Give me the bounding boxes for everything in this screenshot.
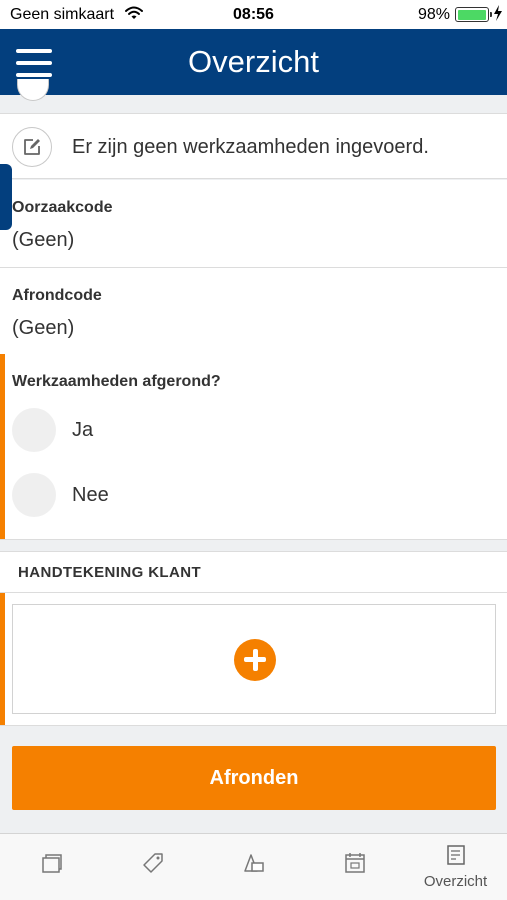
scrolled-item-icon	[17, 79, 49, 101]
required-indicator	[0, 593, 5, 725]
oorzaakcode-value: (Geen)	[12, 229, 75, 251]
radio-label-ja: Ja	[72, 419, 94, 441]
tab-overzicht[interactable]: Overzicht	[405, 834, 506, 900]
work-completed-label: Werkzaamheden afgerond?	[12, 373, 221, 390]
signature-pad[interactable]	[12, 604, 496, 714]
afrondcode-label: Afrondcode	[12, 287, 102, 304]
drawer-tab[interactable]	[0, 164, 12, 230]
status-bar: Geen simkaart 08:56 98%	[0, 0, 507, 29]
radio-circle[interactable]	[12, 473, 56, 517]
work-items-row[interactable]: Er zijn geen werkzaamheden ingevoerd.	[0, 113, 507, 179]
afrondcode-value: (Geen)	[12, 317, 75, 339]
oorzaakcode-field[interactable]: Oorzaakcode (Geen)	[0, 180, 507, 268]
tag-icon	[142, 852, 164, 874]
signature-header: HANDTEKENING KLANT	[0, 551, 507, 593]
work-completed-question: Werkzaamheden afgerond? Ja Nee	[0, 354, 507, 540]
shapes-icon	[243, 852, 265, 874]
radio-label-nee: Nee	[72, 484, 109, 506]
tab-calendar[interactable]	[304, 834, 405, 900]
oorzaakcode-label: Oorzaakcode	[12, 199, 113, 216]
no-work-items-text: Er zijn geen werkzaamheden ingevoerd.	[72, 136, 429, 158]
navigation-bar: Overzicht	[0, 29, 507, 95]
edit-icon[interactable]	[12, 127, 52, 167]
folder-icon	[41, 852, 63, 874]
signature-section	[0, 593, 507, 726]
charging-icon	[493, 4, 503, 27]
battery-percent: 98%	[418, 6, 451, 23]
tab-bar: Overzicht	[0, 833, 507, 900]
signature-title: HANDTEKENING KLANT	[18, 564, 202, 581]
calendar-icon	[344, 852, 366, 874]
required-indicator	[0, 354, 5, 539]
afrondcode-field[interactable]: Afrondcode (Geen)	[0, 268, 507, 356]
tab-shapes[interactable]	[203, 834, 304, 900]
radio-circle[interactable]	[12, 408, 56, 452]
battery-icon	[455, 7, 492, 22]
tab-folder[interactable]	[1, 834, 102, 900]
afronden-button[interactable]: Afronden	[12, 746, 496, 810]
plus-icon[interactable]	[234, 639, 276, 681]
tab-tag[interactable]	[102, 834, 203, 900]
tab-label-overzicht: Overzicht	[423, 873, 488, 890]
page-title: Overzicht	[188, 44, 319, 79]
document-icon	[445, 844, 467, 866]
